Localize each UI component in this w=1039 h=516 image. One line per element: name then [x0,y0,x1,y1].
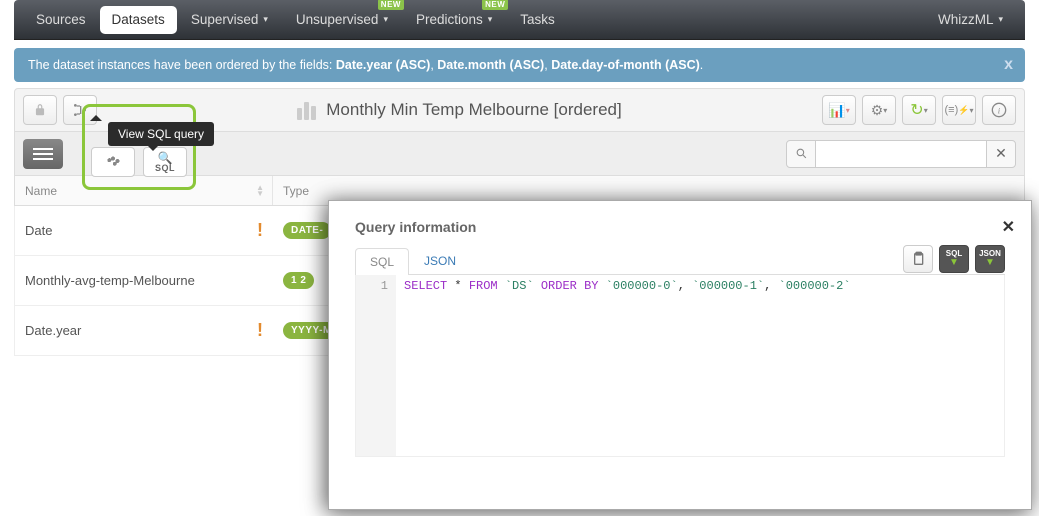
svg-text:i: i [998,105,1001,115]
nav-datasets-label: Datasets [112,12,165,27]
caret-down-icon: ▾ [998,14,1003,25]
modal-title: Query information [355,219,1005,235]
nav-tasks[interactable]: Tasks [506,0,569,40]
warning-icon: ! [257,320,263,341]
new-badge: NEW [482,0,508,10]
line-gutter: 1 [356,275,396,456]
top-navbar: Sources Datasets Supervised ▾ Unsupervise… [14,0,1025,40]
new-badge: NEW [378,0,404,10]
type-badge: DATE- [283,222,331,239]
sort-icon[interactable]: ▲▼ [256,185,264,196]
warning-icon: ! [257,220,263,241]
order-info-bar: The dataset instances have been ordered … [14,48,1025,82]
type-badge: 1 2 [283,272,314,289]
menu-button[interactable] [23,139,63,169]
tab-json[interactable]: JSON [409,247,471,274]
search-group: ✕ [786,140,1016,168]
col-type-header[interactable]: Type [273,184,363,198]
download-arrow-icon: ▼ [985,258,995,268]
view-sql-button[interactable]: 🔍 SQL [143,147,187,177]
chart-config-icon[interactable]: 📊▾ [822,95,856,125]
nav-datasets[interactable]: Datasets [100,6,177,34]
script-icon[interactable]: (≡)⚡▾ [942,95,976,125]
nav-predictions[interactable]: Predictions ▾ NEW [402,0,506,40]
nav-supervised[interactable]: Supervised ▾ [177,0,282,40]
magnifier-icon: 🔍 [158,152,173,164]
download-sql-button[interactable]: SQL▼ [939,245,969,273]
search-input[interactable] [816,140,986,168]
dataset-title: Monthly Min Temp Melbourne [ordered] [326,100,621,120]
scatterplot-button[interactable] [91,147,135,177]
field-name: Date [25,223,52,238]
nav-unsupervised[interactable]: Unsupervised ▾ NEW [282,0,402,40]
copy-clipboard-button[interactable] [903,245,933,273]
download-arrow-icon: ▼ [949,258,959,268]
histogram-icon [297,100,316,120]
lock-icon[interactable] [23,95,57,125]
caret-down-icon: ▾ [263,14,268,25]
field-name: Monthly-avg-temp-Melbourne [25,273,195,288]
caret-down-icon: ▾ [383,14,388,25]
search-icon[interactable] [786,140,816,168]
tooltip-caret-icon [90,109,102,121]
query-info-modal: ✕ Query information SQL▼ JSON▼ SQL JSON … [328,200,1032,510]
modal-actions: SQL▼ JSON▼ [903,245,1005,273]
nav-whizzml[interactable]: WhizzML ▾ [924,0,1017,40]
nav-whizzml-label: WhizzML [938,12,994,27]
download-json-button[interactable]: JSON▼ [975,245,1005,273]
nav-predictions-label: Predictions [416,12,483,27]
sql-code[interactable]: SELECT * FROM `DS` ORDER BY `000000-0`, … [396,275,1004,456]
nav-tasks-label: Tasks [520,12,555,27]
caret-down-icon: ▾ [488,14,493,25]
nav-sources[interactable]: Sources [22,0,100,40]
info-icon[interactable]: i [982,95,1016,125]
nav-sources-label: Sources [36,12,86,27]
info-text: The dataset instances have been ordered … [28,58,703,72]
refresh-icon[interactable]: ↻▾ [902,95,936,125]
tab-sql[interactable]: SQL [355,248,409,275]
sql-tooltip: View SQL query [108,122,214,146]
gear-icon[interactable]: ⚙▾ [862,95,896,125]
modal-close-icon[interactable]: ✕ [1002,217,1015,237]
code-editor: 1 SELECT * FROM `DS` ORDER BY `000000-0`… [355,275,1005,457]
clear-search-icon[interactable]: ✕ [986,140,1016,168]
col-name-header[interactable]: Name [25,184,57,198]
nav-supervised-label: Supervised [191,12,259,27]
nav-unsupervised-label: Unsupervised [296,12,379,27]
info-close-icon[interactable]: x [1004,56,1013,74]
field-name: Date.year [25,323,81,338]
